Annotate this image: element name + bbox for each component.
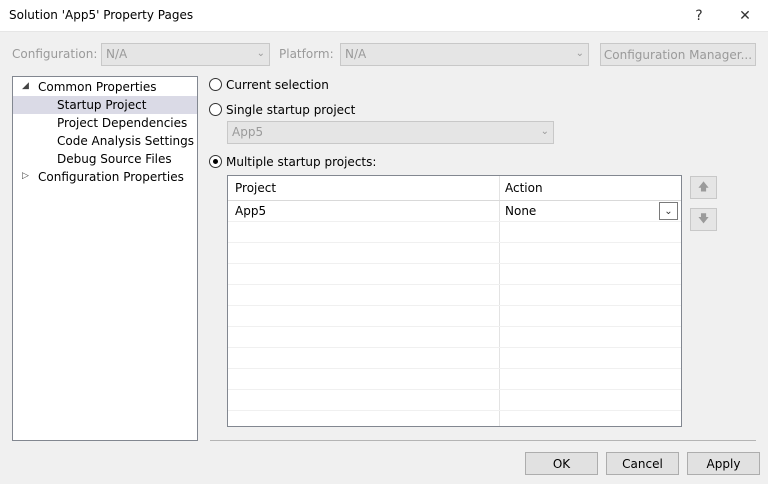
configuration-value: N/A — [106, 47, 128, 61]
tree-item-project-dependencies[interactable]: Project Dependencies — [13, 114, 197, 132]
header-divider — [228, 200, 681, 201]
tree-item-code-analysis-settings[interactable]: Code Analysis Settings — [13, 132, 197, 150]
platform-label: Platform: — [279, 47, 334, 61]
row-divider — [228, 368, 681, 369]
collapsed-triangle-icon[interactable]: ▷ — [22, 171, 29, 181]
property-tree: ◢ Common Properties Startup Project Proj… — [12, 76, 198, 441]
row-divider — [228, 242, 681, 243]
footer-separator — [210, 440, 756, 441]
current-selection-label[interactable]: Current selection — [226, 78, 329, 92]
tree-item-configuration-properties[interactable]: ▷ Configuration Properties — [13, 168, 197, 186]
cancel-button[interactable]: Cancel — [606, 452, 679, 475]
platform-combo[interactable]: N/A ⌄ — [340, 43, 589, 66]
chevron-down-icon: ⌄ — [575, 48, 584, 59]
current-selection-radio[interactable] — [209, 78, 222, 91]
arrow-down-icon: 🡇 — [697, 212, 710, 225]
row-divider — [228, 305, 681, 306]
row-divider — [228, 389, 681, 390]
platform-value: N/A — [345, 47, 367, 61]
radio-selected-dot — [213, 159, 218, 164]
tree-item-label: Debug Source Files — [57, 152, 172, 166]
action-dropdown-button[interactable]: ⌄ — [659, 202, 678, 220]
chevron-down-icon: ⌄ — [540, 126, 549, 137]
row-divider — [228, 263, 681, 264]
move-down-button[interactable]: 🡇 — [690, 208, 717, 231]
startup-projects-grid: Project Action App5 None ⌄ — [227, 175, 682, 427]
tree-item-debug-source-files[interactable]: Debug Source Files — [13, 150, 197, 168]
configuration-label: Configuration: — [12, 47, 98, 61]
title-bar: Solution 'App5' Property Pages ? ✕ — [0, 0, 768, 32]
tree-item-label: Startup Project — [57, 98, 147, 112]
ok-button[interactable]: OK — [525, 452, 598, 475]
expanded-triangle-icon[interactable]: ◢ — [22, 81, 29, 91]
tree-item-common-properties[interactable]: ◢ Common Properties — [13, 78, 197, 96]
arrow-up-icon: 🡅 — [697, 180, 710, 193]
row-divider — [228, 347, 681, 348]
move-up-button[interactable]: 🡅 — [690, 176, 717, 199]
multiple-startup-label[interactable]: Multiple startup projects: — [226, 155, 376, 169]
row-divider — [228, 410, 681, 411]
tree-item-label: Common Properties — [38, 80, 157, 94]
tree-item-label: Code Analysis Settings — [57, 134, 195, 148]
project-cell[interactable]: App5 — [235, 204, 266, 218]
configuration-combo[interactable]: N/A ⌄ — [101, 43, 270, 66]
close-button[interactable]: ✕ — [722, 0, 768, 31]
window-title: Solution 'App5' Property Pages — [9, 8, 194, 22]
row-divider — [228, 221, 681, 222]
configuration-manager-button[interactable]: Configuration Manager... — [600, 43, 756, 66]
multiple-startup-radio[interactable] — [209, 155, 222, 168]
action-cell[interactable]: None — [505, 204, 536, 218]
chevron-down-icon: ⌄ — [256, 48, 265, 59]
tree-item-startup-project[interactable]: Startup Project — [13, 96, 197, 114]
single-startup-combo[interactable]: App5 ⌄ — [227, 121, 554, 144]
tree-item-label: Project Dependencies — [57, 116, 188, 130]
single-startup-radio[interactable] — [209, 103, 222, 116]
single-startup-label[interactable]: Single startup project — [226, 103, 355, 117]
single-startup-value: App5 — [232, 125, 264, 139]
row-divider — [228, 326, 681, 327]
apply-button[interactable]: Apply — [687, 452, 760, 475]
column-header-action[interactable]: Action — [505, 181, 543, 195]
tree-item-label: Configuration Properties — [38, 170, 184, 184]
column-header-project[interactable]: Project — [235, 181, 276, 195]
chevron-down-icon: ⌄ — [664, 205, 673, 217]
row-divider — [228, 284, 681, 285]
help-button[interactable]: ? — [676, 0, 722, 31]
